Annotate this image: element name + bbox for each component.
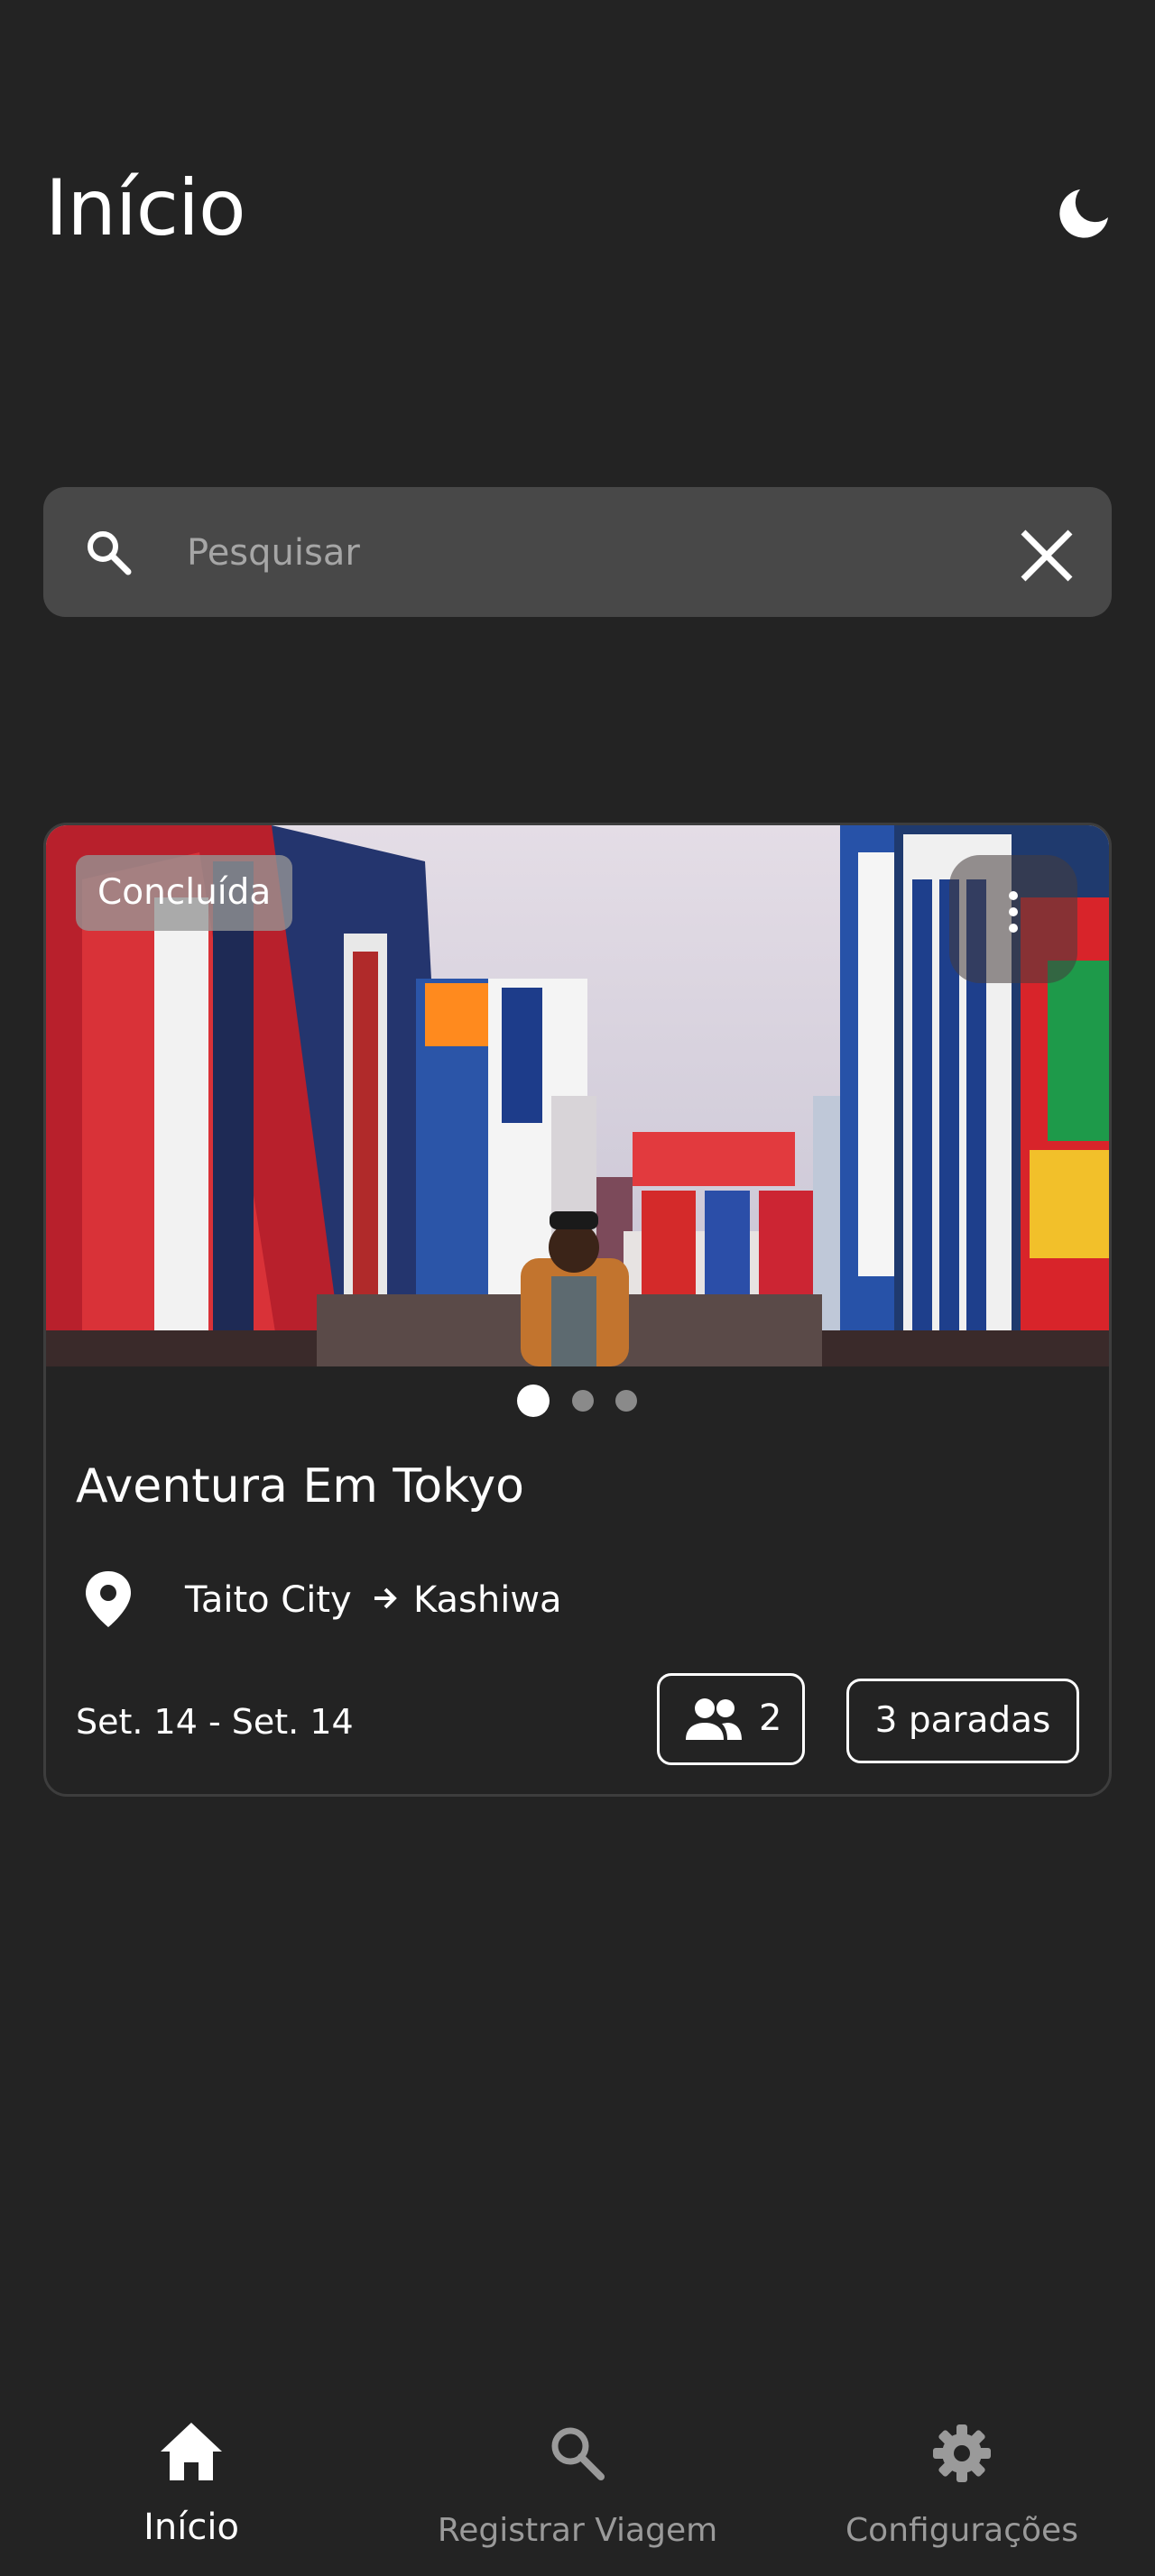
carousel-dot[interactable] bbox=[615, 1390, 637, 1412]
trip-date-range: Set. 14 - Set. 14 bbox=[76, 1702, 354, 1742]
more-vertical-icon bbox=[1009, 891, 1018, 933]
nav-label-home: Início bbox=[143, 2507, 239, 2548]
arrow-right-icon bbox=[374, 1587, 397, 1609]
trip-card[interactable] bbox=[43, 823, 1112, 1797]
nav-item-home[interactable]: Início bbox=[2, 2417, 381, 2562]
moon-icon bbox=[1059, 189, 1108, 238]
nav-item-register-trip[interactable]: Registrar Viagem bbox=[388, 2417, 767, 2562]
search-icon bbox=[551, 2427, 605, 2480]
theme-toggle-button[interactable] bbox=[1056, 184, 1113, 242]
page-title: Início bbox=[45, 163, 246, 253]
trip-title: Aventura Em Tokyo bbox=[76, 1459, 524, 1513]
route-destination: Kashiwa bbox=[413, 1579, 562, 1621]
close-icon[interactable] bbox=[1018, 527, 1076, 584]
travelers-chip[interactable]: 2 bbox=[657, 1673, 805, 1765]
nav-label-settings: Configurações bbox=[845, 2512, 1078, 2549]
carousel-dot-active[interactable] bbox=[517, 1385, 550, 1417]
people-icon bbox=[686, 1698, 742, 1740]
carousel-dot[interactable] bbox=[572, 1390, 594, 1412]
travelers-count: 2 bbox=[759, 1697, 782, 1739]
search-icon bbox=[88, 531, 132, 575]
home-icon bbox=[161, 2423, 222, 2480]
more-options-button[interactable] bbox=[949, 855, 1077, 983]
gear-icon bbox=[933, 2424, 991, 2482]
nav-item-settings[interactable]: Configurações bbox=[772, 2417, 1151, 2562]
location-pin-icon bbox=[86, 1571, 131, 1627]
status-badge: Concluída bbox=[76, 855, 293, 931]
search-input[interactable] bbox=[185, 519, 983, 587]
route-origin: Taito City bbox=[185, 1579, 352, 1621]
stops-chip[interactable]: 3 paradas bbox=[846, 1679, 1079, 1763]
nav-label-register-trip: Registrar Viagem bbox=[437, 2512, 718, 2549]
